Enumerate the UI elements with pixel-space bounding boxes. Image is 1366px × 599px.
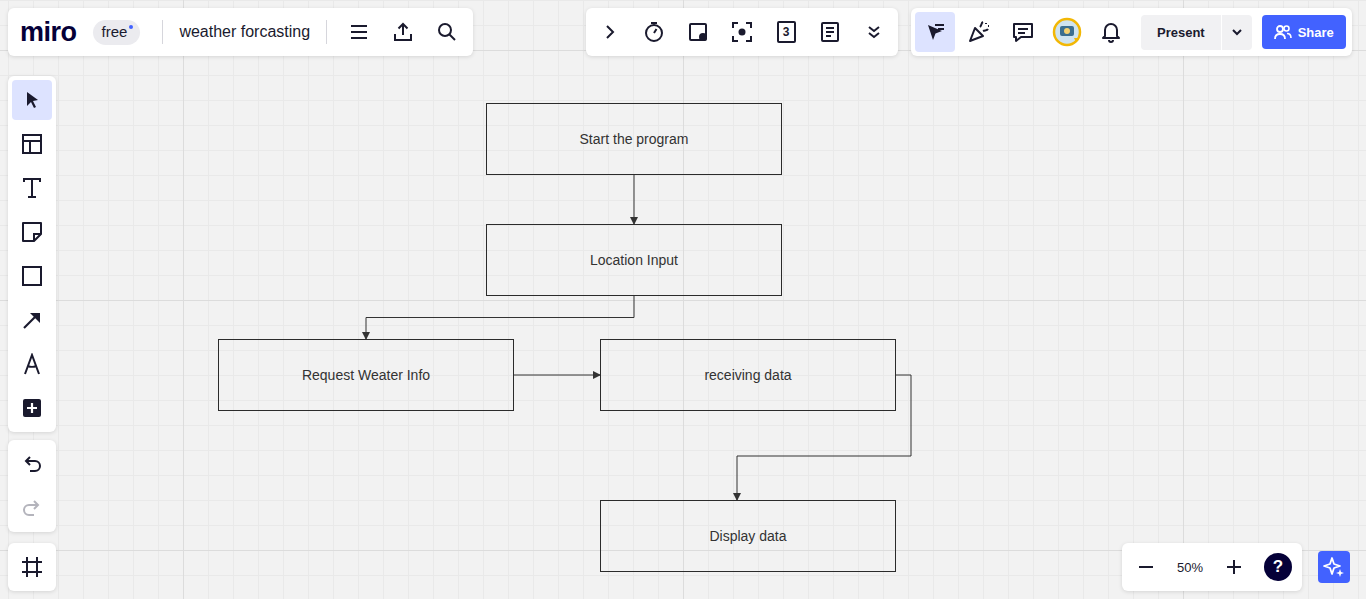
creation-toolbar bbox=[8, 76, 56, 432]
connector-line[interactable] bbox=[634, 175, 635, 224]
tool-button[interactable] bbox=[12, 300, 52, 340]
zoom-panel: 50%? bbox=[1122, 543, 1302, 591]
zoom-level[interactable]: 50% bbox=[1170, 560, 1210, 575]
card-icon bbox=[687, 21, 709, 43]
node-label: Start the program bbox=[580, 131, 689, 147]
frames-button[interactable] bbox=[12, 547, 52, 587]
sparkle-icon bbox=[1323, 556, 1345, 578]
expand-button[interactable] bbox=[590, 12, 630, 52]
voting-button[interactable] bbox=[678, 12, 718, 52]
flowchart-node[interactable]: Display data bbox=[600, 500, 896, 572]
board-title[interactable]: weather forcasting bbox=[179, 23, 310, 41]
sticky-note-icon bbox=[21, 221, 43, 243]
avatar-icon bbox=[1052, 17, 1082, 47]
redo-icon bbox=[21, 497, 43, 519]
divider bbox=[326, 20, 327, 44]
reactions-button[interactable] bbox=[959, 12, 999, 52]
left-toolbar-stack bbox=[8, 76, 56, 591]
node-label: Display data bbox=[709, 528, 786, 544]
miro-board: Start the program Location Input Request W… bbox=[0, 0, 1366, 599]
notifications-button[interactable] bbox=[1091, 12, 1131, 52]
square-icon bbox=[21, 265, 43, 287]
menu-button[interactable] bbox=[339, 12, 379, 52]
tool-button[interactable] bbox=[12, 212, 52, 252]
search-icon bbox=[437, 22, 457, 42]
share-label: Share bbox=[1298, 25, 1334, 40]
chevron-right-icon bbox=[602, 24, 618, 40]
zoom-in-button[interactable] bbox=[1214, 547, 1254, 587]
flowchart-node[interactable]: receiving data bbox=[600, 339, 896, 411]
node-label: Request Weater Info bbox=[302, 367, 430, 383]
miro-logo[interactable]: miro bbox=[20, 17, 77, 48]
tool-button[interactable] bbox=[12, 80, 52, 120]
frames-toolbar bbox=[8, 543, 56, 591]
help-button[interactable]: ? bbox=[1264, 553, 1292, 581]
export-button[interactable] bbox=[383, 12, 423, 52]
focus-icon bbox=[731, 21, 753, 43]
counter-badge: 3 bbox=[777, 21, 796, 43]
search-button[interactable] bbox=[427, 12, 467, 52]
connectors bbox=[0, 0, 1366, 599]
connector-line[interactable] bbox=[514, 375, 600, 376]
collaboration-toolbar: 3 bbox=[586, 8, 898, 56]
node-label: Location Input bbox=[590, 252, 678, 268]
node-label: receiving data bbox=[704, 367, 791, 383]
chevron-down-icon bbox=[1231, 26, 1243, 38]
tool-button[interactable] bbox=[12, 168, 52, 208]
frame-icon bbox=[21, 556, 43, 578]
cursor-button[interactable] bbox=[915, 12, 955, 52]
comments-button[interactable] bbox=[1003, 12, 1043, 52]
more-tools-button[interactable] bbox=[854, 12, 894, 52]
confetti-icon bbox=[967, 20, 991, 44]
people-icon bbox=[1274, 24, 1292, 40]
comment-icon bbox=[1012, 21, 1034, 43]
template-icon bbox=[21, 133, 43, 155]
undo-button[interactable] bbox=[12, 444, 52, 484]
document-icon bbox=[819, 21, 841, 43]
bell-icon bbox=[1100, 21, 1122, 43]
pointer-icon bbox=[21, 89, 43, 111]
tool-button[interactable] bbox=[12, 124, 52, 164]
upload-icon bbox=[393, 22, 413, 42]
plan-badge[interactable]: free bbox=[93, 20, 141, 45]
flowchart-node[interactable]: Start the program bbox=[486, 103, 782, 175]
cursor-icon bbox=[924, 21, 946, 43]
notes-button[interactable] bbox=[810, 12, 850, 52]
ai-assistant-button[interactable] bbox=[1318, 551, 1350, 583]
tool-button[interactable] bbox=[12, 344, 52, 384]
arrow-icon bbox=[21, 309, 43, 331]
undo-icon bbox=[21, 453, 43, 475]
connector-line[interactable] bbox=[366, 296, 634, 339]
present-group: Present bbox=[1141, 15, 1252, 50]
timer-icon bbox=[643, 21, 665, 43]
history-toolbar bbox=[8, 440, 56, 532]
counter-button[interactable]: 3 bbox=[766, 12, 806, 52]
tool-button[interactable] bbox=[12, 388, 52, 428]
present-dropdown[interactable] bbox=[1221, 15, 1252, 50]
text-icon bbox=[21, 177, 43, 199]
board-canvas[interactable]: Start the program Location Input Request W… bbox=[0, 0, 1366, 599]
divider bbox=[162, 20, 163, 44]
flowchart-node[interactable]: Request Weater Info bbox=[218, 339, 514, 411]
tool-button[interactable] bbox=[12, 256, 52, 296]
pen-icon bbox=[21, 353, 43, 375]
board-panel: miro free weather forcasting bbox=[8, 8, 473, 56]
user-avatar[interactable] bbox=[1047, 12, 1087, 52]
flowchart-node[interactable]: Location Input bbox=[486, 224, 782, 296]
zoom-out-button[interactable] bbox=[1126, 547, 1166, 587]
connector-line[interactable] bbox=[737, 375, 911, 500]
timer-button[interactable] bbox=[634, 12, 674, 52]
present-button[interactable]: Present bbox=[1141, 15, 1221, 50]
menu-icon bbox=[349, 22, 369, 42]
plus-icon bbox=[21, 397, 43, 419]
minus-icon bbox=[1138, 559, 1154, 575]
focus-button[interactable] bbox=[722, 12, 762, 52]
plan-dot bbox=[129, 25, 133, 29]
redo-button[interactable] bbox=[12, 488, 52, 528]
double-chevron-icon bbox=[866, 24, 882, 40]
share-button[interactable]: Share bbox=[1262, 15, 1346, 49]
share-panel: Present Share bbox=[911, 8, 1352, 56]
plus-icon bbox=[1226, 559, 1242, 575]
